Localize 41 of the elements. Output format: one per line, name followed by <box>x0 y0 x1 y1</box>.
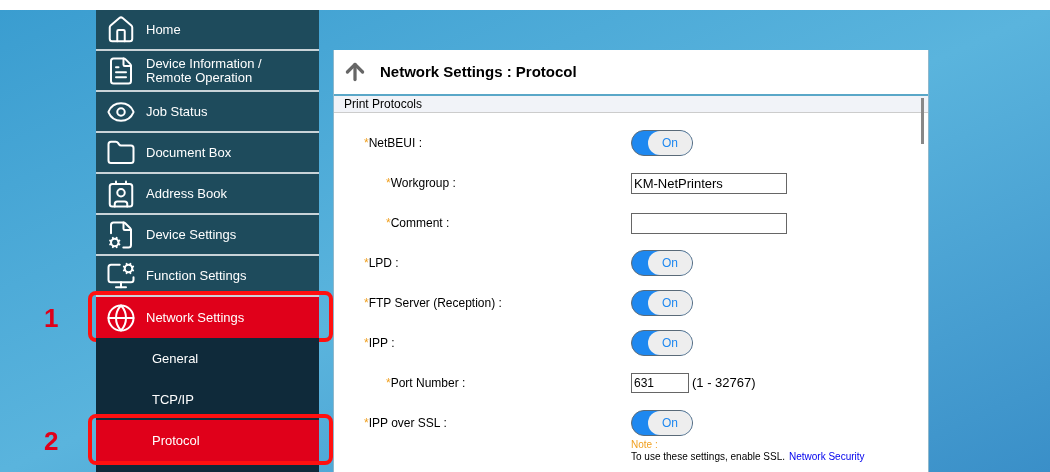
required-marker: * <box>364 295 369 312</box>
network-security-link[interactable]: Network Security <box>789 451 865 463</box>
field-label: FTP Server (Reception) : <box>368 295 502 312</box>
menu-item[interactable]: Device Settings <box>96 215 319 256</box>
field-label: IPP : <box>368 335 395 352</box>
note-text: To use these settings, enable SSL. <box>631 451 785 463</box>
home-icon <box>106 14 136 45</box>
range-hint: (1 - 32767) <box>692 374 756 393</box>
text-field[interactable] <box>631 212 787 234</box>
submenu-item[interactable]: Protocol <box>96 420 319 461</box>
required-marker: * <box>364 255 369 272</box>
menu-item[interactable]: Home <box>96 10 319 51</box>
required-marker: * <box>386 175 391 192</box>
port-field[interactable]: 631 <box>631 373 689 393</box>
field-label: LPD : <box>368 255 399 272</box>
menu-item[interactable]: Function Settings <box>96 256 319 297</box>
required-marker: * <box>386 375 391 392</box>
scrollbar-thumb <box>921 98 924 144</box>
menu-item[interactable]: Job Status <box>96 92 319 133</box>
monitor-gear-icon <box>106 260 136 291</box>
field-label: Workgroup : <box>390 175 456 192</box>
callout-number: 2 <box>44 426 59 456</box>
field-label: IPP over SSL : <box>368 415 447 432</box>
menu-item[interactable]: Address Book <box>96 174 319 215</box>
globe-icon <box>106 302 136 333</box>
text-field[interactable]: KM-NetPrinters <box>631 172 787 194</box>
required-marker: * <box>386 215 391 232</box>
callout-number: 1 <box>44 303 59 333</box>
field-label: NetBEUI : <box>368 135 423 152</box>
required-marker: * <box>364 135 369 152</box>
page-title: Network Settings : Protocol <box>380 61 577 82</box>
required-marker: * <box>364 415 369 432</box>
contact-icon <box>106 178 136 209</box>
menu-item[interactable]: Device Information / Remote Operation <box>96 51 319 92</box>
menu-item[interactable]: Document Box <box>96 133 319 174</box>
field-label: Comment : <box>390 215 450 232</box>
section-header: Print Protocols <box>334 96 928 113</box>
required-marker: * <box>364 335 369 352</box>
note-heading: Note : <box>631 439 659 451</box>
menu-item[interactable]: Network Settings <box>96 297 319 338</box>
field-label: Port Number : <box>390 375 466 392</box>
